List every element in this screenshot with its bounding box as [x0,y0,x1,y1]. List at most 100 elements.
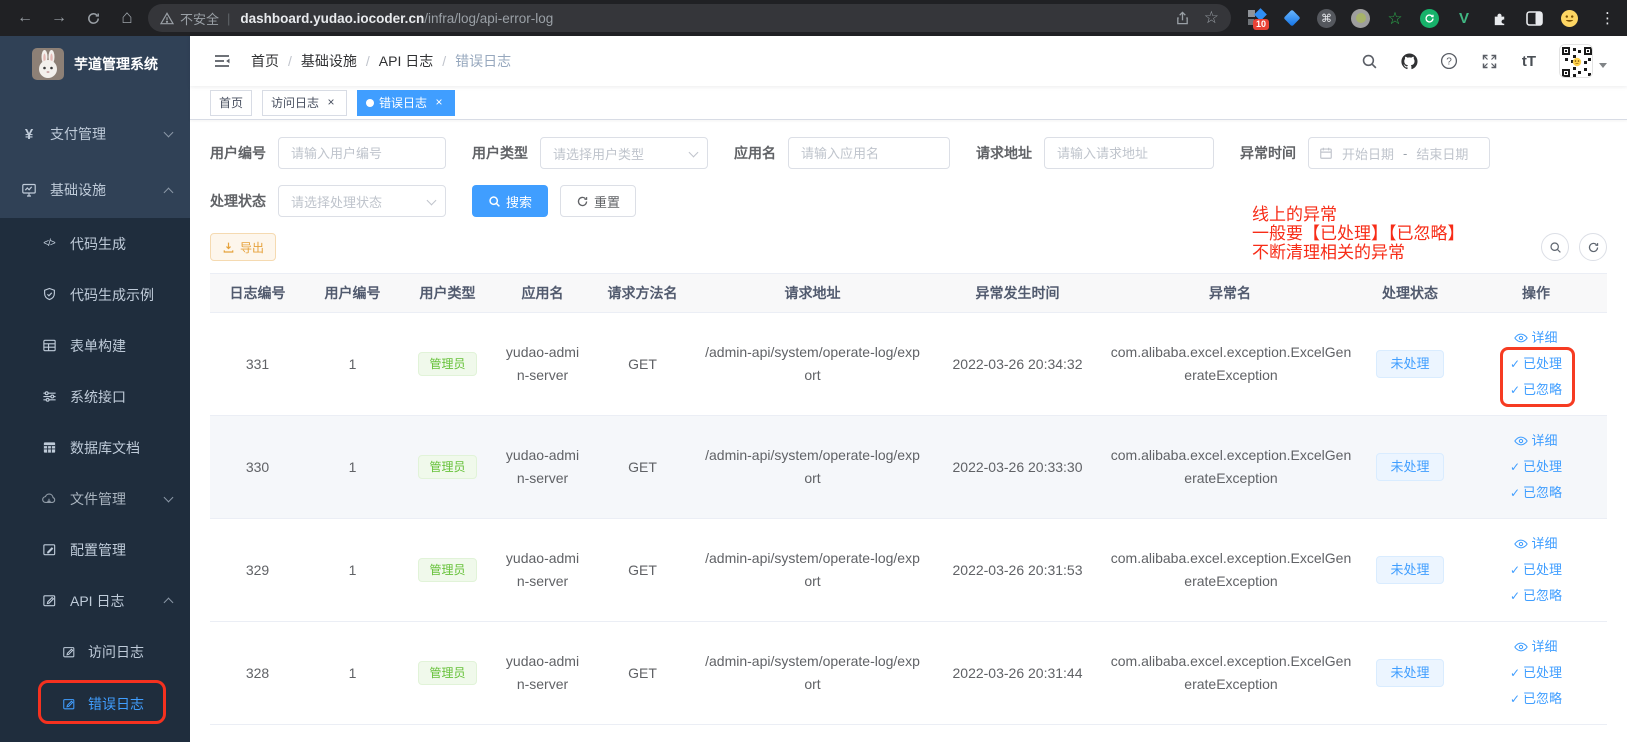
mark-processed-link[interactable]: ✓ 已处理 [1510,557,1562,583]
tab-error-log[interactable]: 错误日志 × [357,90,455,116]
cell-log-id: 328 [246,665,269,681]
request-url-input[interactable] [1044,137,1214,169]
menu-padding [0,92,190,106]
col-exception-name: 异常名 [1105,274,1355,313]
fullscreen-icon[interactable] [1473,45,1505,77]
sidebar-item-access-log[interactable]: 访问日志 [0,626,190,678]
sidebar-toggle-icon[interactable] [205,44,239,78]
browser-menu-icon[interactable]: ⋮ [1600,9,1615,27]
user-menu[interactable] [1559,44,1607,78]
mark-ignored-link[interactable]: ✓ 已忽略 [1510,480,1562,506]
search-button[interactable]: 搜索 [472,185,548,217]
col-user-id: 用户编号 [305,274,400,313]
logo[interactable]: 芋道管理系统 [0,36,190,92]
breadcrumb-api-log[interactable]: API 日志 [379,51,433,71]
tab-access-log[interactable]: 访问日志 × [262,90,347,116]
github-icon[interactable] [1393,45,1425,77]
sidebar-item-code-generation[interactable]: </> 代码生成 [0,218,190,269]
cell-exception-name: com.alibaba.excel.exception.ExcelGenerat… [1107,547,1355,593]
extension-sidepanel-icon[interactable] [1524,8,1544,28]
filter-user-id: 用户编号 [210,137,446,169]
mark-processed-link[interactable]: ✓ 已处理 [1510,351,1562,377]
log-icon [40,593,58,608]
url-domain: dashboard.yudao.iocoder.cn [240,11,424,26]
browser-extensions: 10 ⌘ ☆ V [1247,8,1615,28]
sidebar-item-payment[interactable]: ¥ 支付管理 [0,106,190,162]
detail-link[interactable]: 详细 [1514,531,1557,557]
browser-home-icon[interactable]: ⌂ [114,5,140,31]
sidebar-item-infrastructure[interactable]: 基础设施 [0,162,190,218]
user-type-tag: 管理员 [418,661,476,685]
extension-emoji-icon[interactable] [1559,8,1579,28]
close-icon[interactable]: × [432,96,446,110]
app-name-input[interactable] [788,137,950,169]
url-bar[interactable]: 不安全 | dashboard.yudao.iocoder.cn/infra/l… [148,4,1231,32]
extension-command-icon[interactable]: ⌘ [1317,9,1336,28]
browser-back-icon[interactable]: ← [12,5,38,31]
process-status-select[interactable]: 请选择处理状态 [278,185,446,217]
breadcrumb-home[interactable]: 首页 [251,51,279,71]
extension-sync-icon[interactable] [1420,9,1439,28]
toggle-search-button[interactable] [1541,233,1569,261]
status-badge: 未处理 [1376,659,1443,687]
sidebar-item-code-generation-example[interactable]: 代码生成示例 [0,269,190,320]
sidebar-item-error-log[interactable]: 错误日志 [0,678,190,730]
sidebar-item-api-log[interactable]: API 日志 [0,575,190,626]
check-icon: ✓ [1510,686,1520,712]
cell-app-name: yudao-admin-server [506,650,580,696]
sidebar-item-form-builder[interactable]: 表单构建 [0,320,190,371]
eye-icon [1514,435,1528,447]
mark-ignored-link[interactable]: ✓ 已忽略 [1510,686,1562,712]
cell-request-url: /admin-api/system/operate-log/export [703,444,923,490]
annotation-line: 线上的异常 [1252,205,1465,224]
sidebar-item-file-management[interactable]: 文件管理 [0,473,190,524]
mark-ignored-link[interactable]: ✓ 已忽略 [1510,377,1562,403]
check-icon: ✓ [1510,660,1520,686]
extension-axure-icon[interactable]: 10 [1247,8,1267,28]
text-size-icon[interactable]: tT [1513,45,1545,77]
mark-processed-link[interactable]: ✓ 已处理 [1510,454,1562,480]
cell-user-id: 1 [349,459,357,475]
mark-ignored-link[interactable]: ✓ 已忽略 [1510,583,1562,609]
detail-link[interactable]: 详细 [1514,428,1557,454]
extension-star-icon[interactable]: ☆ [1385,8,1405,28]
detail-link[interactable]: 详细 [1514,634,1557,660]
browser-reload-icon[interactable] [80,5,106,31]
user-type-select[interactable]: 请选择用户类型 [540,137,708,169]
breadcrumb-current: 错误日志 [455,51,511,71]
date-range-picker[interactable]: 开始日期 - 结束日期 [1308,137,1490,169]
check-icon: ✓ [1510,377,1520,403]
navbar-actions: ? tT [1353,44,1607,78]
app-shell: 芋道管理系统 ¥ 支付管理 基础设施 </> [0,36,1627,742]
browser-forward-icon[interactable]: → [46,5,72,31]
mark-processed-link[interactable]: ✓ 已处理 [1510,660,1562,686]
cell-method: GET [628,356,657,372]
reset-button[interactable]: 重置 [560,185,636,217]
refresh-table-button[interactable] [1579,233,1607,261]
detail-link[interactable]: 详细 [1514,325,1557,351]
breadcrumb-infrastructure[interactable]: 基础设施 [301,51,357,71]
sidebar-item-system-api[interactable]: 系统接口 [0,371,190,422]
share-icon[interactable] [1175,10,1190,26]
user-id-input[interactable] [278,137,446,169]
bookmark-star-icon[interactable]: ☆ [1204,8,1219,28]
close-icon[interactable]: × [324,96,338,110]
extension-badge: 10 [1253,19,1269,30]
tab-home[interactable]: 首页 [210,90,252,116]
extension-vue-icon[interactable]: V [1454,8,1474,28]
cell-method: GET [628,562,657,578]
cell-user-id: 1 [349,562,357,578]
help-icon[interactable]: ? [1433,45,1465,77]
sidebar-item-database-docs[interactable]: 数据库文档 [0,422,190,473]
extension-gem-icon[interactable] [1282,8,1302,28]
url-path: /infra/log/api-error-log [424,11,553,26]
export-button[interactable]: 导出 [210,233,276,261]
download-icon [222,241,235,254]
sidebar-item-config-management[interactable]: 配置管理 [0,524,190,575]
search-icon[interactable] [1353,45,1385,77]
extension-recorder-icon[interactable] [1351,9,1370,28]
cell-log-id: 331 [246,356,269,372]
caret-down-icon [1599,63,1607,68]
check-icon: ✓ [1510,480,1520,506]
extension-puzzle-icon[interactable] [1489,8,1509,28]
